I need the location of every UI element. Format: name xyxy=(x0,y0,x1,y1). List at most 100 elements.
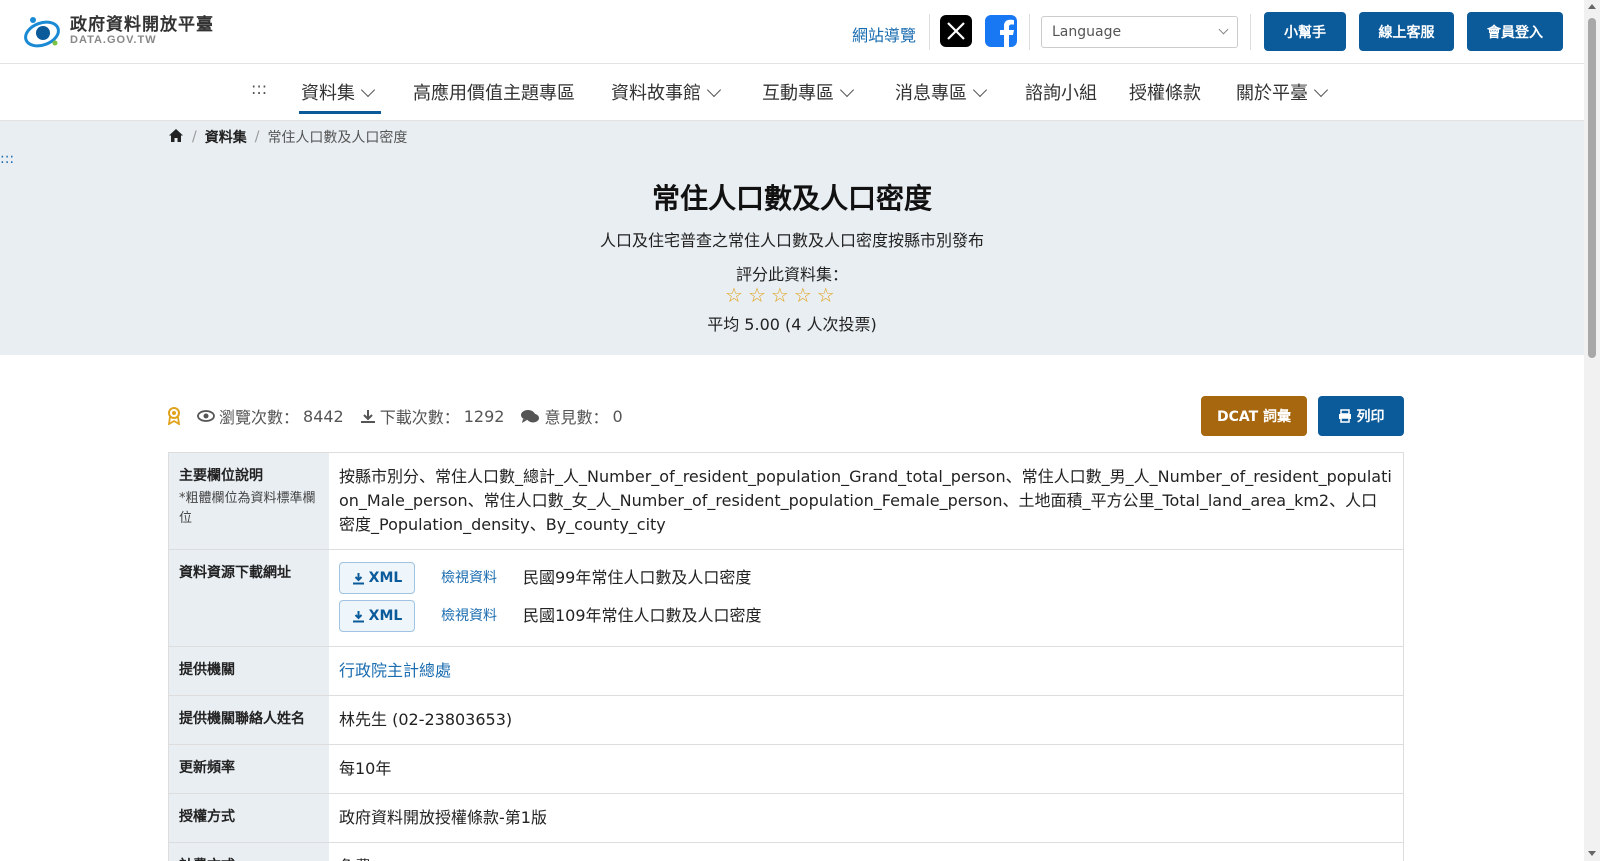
download-icon xyxy=(360,409,375,423)
star-icon[interactable]: ☆ xyxy=(794,285,812,305)
row-header: 主要欄位說明 *粗體欄位為資料標準欄位 xyxy=(169,453,329,549)
license-value: 政府資料開放授權條款-第1版 xyxy=(339,808,547,827)
nav-item-label: 關於平臺 xyxy=(1236,83,1308,104)
nav-item-about[interactable]: 關於平臺 xyxy=(1236,79,1329,105)
nav-item-news[interactable]: 消息專區 xyxy=(895,79,988,105)
page-scrollbar[interactable] xyxy=(1584,0,1600,861)
nav-menu-dots[interactable]: ::: xyxy=(251,79,267,98)
comments-stat: 意見數： 0 xyxy=(520,404,623,428)
x-twitter-icon[interactable] xyxy=(940,15,972,47)
view-data-link[interactable]: 檢視資料 xyxy=(441,568,497,589)
views-stat: 瀏覽次數： 8442 xyxy=(197,404,344,428)
chevron-down-icon xyxy=(1218,24,1229,35)
scroll-up-arrow-icon[interactable] xyxy=(1588,4,1596,9)
breadcrumb: / 資料集 / 常住人口數及人口密度 xyxy=(168,127,407,147)
nav-item-interactive[interactable]: 互動專區 xyxy=(762,79,855,105)
login-button[interactable]: 會員登入 xyxy=(1467,12,1563,51)
resource-name: 民國109年常住人口數及人口密度 xyxy=(523,606,762,625)
frequency-value: 每10年 xyxy=(339,759,392,778)
views-label: 瀏覽次數： xyxy=(219,408,300,427)
home-icon[interactable] xyxy=(168,128,184,147)
nav-item-label: 授權條款 xyxy=(1129,83,1201,104)
nav-item-label: 互動專區 xyxy=(762,83,834,104)
award-icon xyxy=(167,407,181,425)
star-icon[interactable]: ☆ xyxy=(771,285,789,305)
breadcrumb-separator: / xyxy=(254,129,260,145)
resources-list: XML 檢視資料 民國99年常住人口數及人口密度 XML 檢視資料 民國109年… xyxy=(329,550,1403,646)
xml-label: XML xyxy=(368,607,403,624)
site-header: 政府資料開放平臺 DATA.GOV.TW 網站導覽 Language 小幫手 線… xyxy=(0,0,1584,64)
contact-label: 提供機關聯絡人姓名 xyxy=(169,696,329,744)
star-icon[interactable]: ☆ xyxy=(725,285,743,305)
page-title: 常住人口數及人口密度 xyxy=(651,182,932,215)
download-icon xyxy=(352,572,364,584)
xml-download-button[interactable]: XML xyxy=(339,600,415,632)
nav-item-label: 諮詢小組 xyxy=(1025,83,1097,104)
resource-name: 民國99年常住人口數及人口密度 xyxy=(523,568,752,587)
nav-item-high-value[interactable]: 高應用價值主題專區 xyxy=(413,79,575,105)
downloads-stat: 下載次數： 1292 xyxy=(360,404,505,428)
nav-item-advisory[interactable]: 諮詢小組 xyxy=(1025,79,1097,105)
frequency-label: 更新頻率 xyxy=(169,745,329,793)
table-row: 提供機關聯絡人姓名 林先生 (02-23803653) xyxy=(169,696,1403,745)
chevron-down-icon xyxy=(839,82,855,97)
print-button-label: 列印 xyxy=(1356,409,1385,425)
star-icon[interactable]: ☆ xyxy=(817,285,835,305)
site-logo[interactable]: 政府資料開放平臺 DATA.GOV.TW xyxy=(22,12,214,50)
helper-button[interactable]: 小幫手 xyxy=(1264,12,1346,51)
support-button[interactable]: 線上客服 xyxy=(1359,12,1454,51)
downloads-count: 1292 xyxy=(463,406,505,426)
breadcrumb-separator: / xyxy=(192,129,197,145)
agency-link[interactable]: 行政院主計總處 xyxy=(339,661,451,680)
nav-active-indicator xyxy=(299,111,381,114)
print-button[interactable]: 列印 xyxy=(1318,396,1404,436)
download-icon xyxy=(352,610,364,622)
sitemap-link[interactable]: 網站導覽 xyxy=(852,22,916,46)
scrollbar-thumb[interactable] xyxy=(1588,18,1596,358)
logo-title: 政府資料開放平臺 xyxy=(70,14,214,35)
rating-stars[interactable]: ☆ ☆ ☆ ☆ ☆ xyxy=(725,285,835,305)
chevron-down-icon xyxy=(360,82,376,97)
printer-icon xyxy=(1338,409,1351,423)
view-data-link[interactable]: 檢視資料 xyxy=(441,606,497,627)
fee-value: 免費 xyxy=(329,843,1403,861)
xml-download-button[interactable]: XML xyxy=(339,562,415,594)
xml-label: XML xyxy=(368,569,403,586)
rating-label: 評分此資料集： xyxy=(735,265,848,284)
downloads-label: 下載次數： xyxy=(379,408,460,427)
nav-item-stories[interactable]: 資料故事館 xyxy=(611,79,722,105)
agency-label: 提供機關 xyxy=(169,647,329,695)
breadcrumb-datasets[interactable]: 資料集 xyxy=(205,127,247,147)
star-icon[interactable]: ☆ xyxy=(748,285,766,305)
table-row: 授權方式 政府資料開放授權條款-第1版 xyxy=(169,794,1403,843)
language-select[interactable]: Language xyxy=(1041,16,1238,48)
nav-item-datasets[interactable]: 資料集 xyxy=(301,79,376,105)
table-row: 更新頻率 每10年 xyxy=(169,745,1403,794)
fields-label: 主要欄位說明 xyxy=(179,468,263,484)
main-nav: ::: 資料集 高應用價值主題專區 資料故事館 互動專區 消息專區 諮詢小組 授… xyxy=(0,64,1584,121)
fields-note: *粗體欄位為資料標準欄位 xyxy=(179,491,316,526)
chevron-down-icon xyxy=(706,82,722,97)
facebook-icon[interactable] xyxy=(985,15,1017,47)
divider xyxy=(1250,14,1251,50)
fee-label: 計費方式 xyxy=(169,843,329,861)
resource-item: XML 檢視資料 民國109年常住人口數及人口密度 xyxy=(339,600,1393,632)
nav-item-label: 資料故事館 xyxy=(611,83,701,104)
language-select-value: Language xyxy=(1052,24,1122,40)
comments-label: 意見數： xyxy=(544,408,609,427)
nav-item-license[interactable]: 授權條款 xyxy=(1129,79,1201,105)
chevron-down-icon xyxy=(972,82,988,97)
dataset-stats: 瀏覽次數： 8442 下載次數： 1292 意見數： 0 xyxy=(167,404,639,428)
divider xyxy=(1029,14,1030,50)
fields-value: 按縣市別分、常住人口數_總計_人_Number_of_resident_popu… xyxy=(339,467,1392,534)
divider xyxy=(929,14,930,50)
scroll-down-arrow-icon[interactable] xyxy=(1588,851,1596,856)
rating-average: 平均 5.00 (4 人次投票) xyxy=(707,315,877,334)
resource-item: XML 檢視資料 民國99年常住人口數及人口密度 xyxy=(339,562,1393,594)
table-row: 資料資源下載網址 XML 檢視資料 民國99年常住人口數及人口密度 XML 檢視… xyxy=(169,550,1403,647)
license-label: 授權方式 xyxy=(169,794,329,842)
table-row: 主要欄位說明 *粗體欄位為資料標準欄位 按縣市別分、常住人口數_總計_人_Num… xyxy=(169,453,1403,550)
dcat-button[interactable]: DCAT 詞彙 xyxy=(1201,396,1307,436)
resources-label: 資料資源下載網址 xyxy=(169,550,329,646)
side-anchor-dots[interactable]: ::: xyxy=(0,151,14,167)
